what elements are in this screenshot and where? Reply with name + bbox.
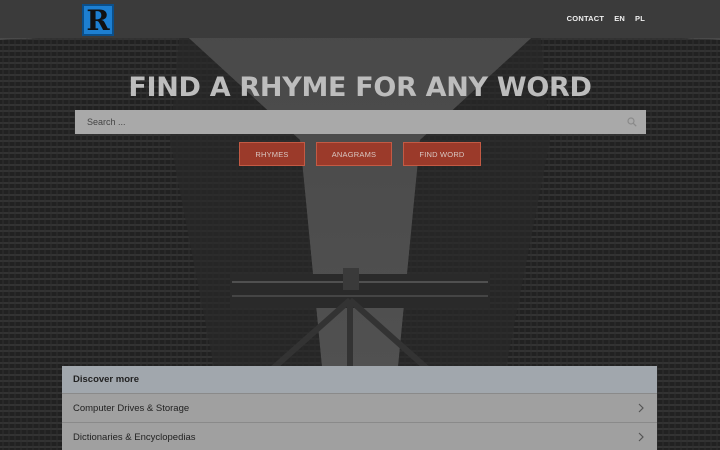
search-bar bbox=[75, 110, 646, 134]
anagrams-button[interactable]: ANAGRAMS bbox=[316, 142, 392, 166]
header-nav: CONTACT EN PL bbox=[567, 14, 645, 23]
find-word-button[interactable]: FIND WORD bbox=[403, 142, 481, 166]
chevron-right-icon bbox=[638, 432, 644, 442]
discover-more-panel: Discover more Computer Drives & Storage … bbox=[62, 366, 657, 450]
discover-more-heading: Discover more bbox=[62, 366, 657, 393]
rhymes-button[interactable]: RHYMES bbox=[239, 142, 305, 166]
logo-letter: R bbox=[86, 3, 110, 37]
discover-item-label: Dictionaries & Encyclopedias bbox=[73, 431, 196, 443]
top-navigation-bar: R CONTACT EN PL bbox=[0, 0, 720, 38]
search-icon[interactable] bbox=[627, 117, 637, 127]
site-logo[interactable]: R bbox=[82, 4, 114, 36]
nav-lang-pl-link[interactable]: PL bbox=[635, 14, 645, 23]
nav-lang-en-link[interactable]: EN bbox=[614, 14, 625, 23]
nav-contact-link[interactable]: CONTACT bbox=[567, 14, 605, 23]
chevron-right-icon bbox=[638, 403, 644, 413]
search-input[interactable] bbox=[75, 110, 646, 134]
discover-item-computer-drives[interactable]: Computer Drives & Storage bbox=[62, 393, 657, 422]
discover-item-label: Computer Drives & Storage bbox=[73, 402, 190, 414]
discover-item-dictionaries[interactable]: Dictionaries & Encyclopedias bbox=[62, 422, 657, 450]
hero-title: FIND A RHYME FOR ANY WORD bbox=[128, 72, 592, 103]
